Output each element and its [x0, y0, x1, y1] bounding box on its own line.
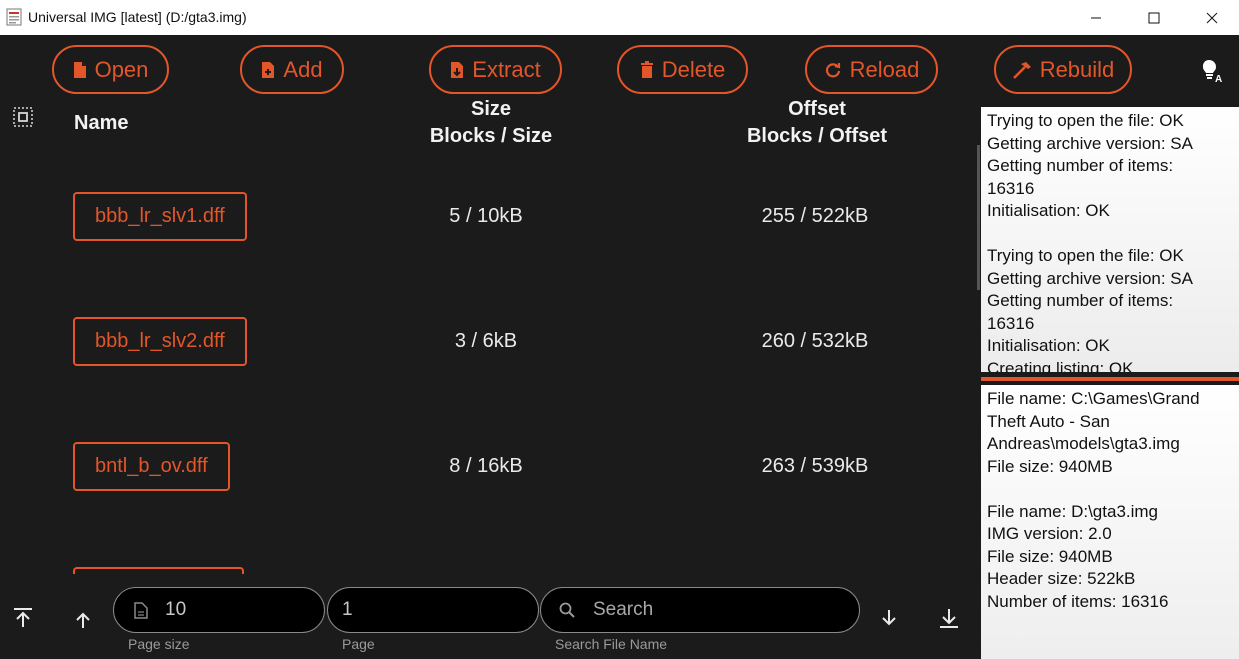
close-button[interactable] [1183, 0, 1239, 35]
header-size[interactable]: Size Blocks / Size [391, 96, 591, 150]
log-line: 16316 [987, 178, 1035, 198]
log-line: Trying to open the file: OK [987, 246, 1184, 265]
page-label: Page [342, 636, 375, 652]
close-icon [1206, 12, 1218, 23]
last-page-icon[interactable] [937, 606, 961, 630]
page-size-field[interactable]: 10 [113, 587, 325, 633]
log-line: Getting archive version: SA [987, 133, 1193, 153]
first-page-icon[interactable] [11, 606, 35, 630]
file-name-button[interactable]: bntl_b_ov.dff [73, 442, 230, 491]
log-line: Getting archive version: SA [987, 268, 1193, 288]
reload-label: Reload [849, 56, 920, 82]
add-label: Add [283, 56, 323, 82]
page-size-value: 10 [165, 599, 187, 620]
window-title: Universal IMG [latest] (D:/gta3.img) [28, 9, 247, 25]
file-size-cell: 5 / 10kB [449, 205, 523, 227]
search-placeholder: Search [593, 599, 654, 620]
reload-icon [825, 62, 840, 77]
table-row: bbb_lr_slv2.dff 3 / 6kB 260 / 532kB [0, 317, 975, 367]
file-add-icon [262, 61, 275, 78]
select-all-icon[interactable] [13, 107, 33, 127]
info-line: IMG version: 2.0 [987, 524, 1112, 543]
log-line: Getting number of items: [987, 291, 1174, 310]
app-icon [6, 8, 22, 26]
reload-button[interactable]: Reload [805, 45, 938, 94]
extract-label: Extract [472, 56, 541, 82]
delete-label: Delete [661, 56, 726, 82]
next-page-icon[interactable] [877, 606, 901, 630]
page-size-label: Page size [128, 636, 190, 652]
info-line: File size: 940MB [987, 456, 1113, 476]
minimize-button[interactable] [1067, 0, 1125, 35]
hammer-icon [1012, 61, 1031, 79]
info-line: File size: 940MB [987, 546, 1113, 566]
file-extract-icon [451, 61, 464, 78]
list-scrollbar[interactable] [977, 145, 980, 290]
delete-button[interactable]: Delete [617, 45, 748, 94]
info-panel: File name: C:\Games\Grand Theft Auto - S… [981, 385, 1239, 659]
extract-button[interactable]: Extract [429, 45, 562, 94]
log-panel[interactable]: Trying to open the file: OK Getting arch… [981, 107, 1239, 372]
log-line: Creating listing: OK [987, 358, 1134, 373]
panel-splitter[interactable] [981, 377, 1239, 381]
window-titlebar: Universal IMG [latest] (D:/gta3.img) [0, 0, 1239, 35]
document-icon [134, 601, 148, 619]
log-line: Initialisation: OK [987, 336, 1110, 355]
svg-text:A: A [1215, 74, 1222, 84]
theme-icon[interactable]: A [1200, 58, 1226, 84]
search-label: Search File Name [555, 636, 668, 652]
table-row: bntl_b_ov.dff 8 / 16kB 263 / 539kB [0, 442, 975, 492]
table-row: bbb_lr_slv1.dff 5 / 10kB 255 / 522kB [0, 192, 975, 242]
previous-page-icon[interactable] [71, 608, 95, 632]
page-field[interactable]: 1 [327, 587, 539, 633]
rebuild-label: Rebuild [1039, 56, 1115, 82]
info-line: Theft Auto - San [987, 411, 1110, 431]
log-line: Trying to open the file: OK [987, 111, 1184, 130]
info-line: File name: C:\Games\Grand [987, 389, 1200, 408]
file-icon [73, 61, 86, 78]
rebuild-button[interactable]: Rebuild [994, 45, 1132, 94]
search-input[interactable]: Search [540, 587, 860, 633]
maximize-button[interactable] [1125, 0, 1183, 35]
info-line: File name: D:\gta3.img [987, 501, 1159, 521]
info-line: Number of items: 16316 [987, 591, 1169, 611]
log-line: Initialisation: OK [987, 201, 1110, 220]
header-size-title: Size [470, 98, 512, 120]
trash-icon [640, 60, 653, 78]
info-line [981, 478, 1239, 501]
open-button[interactable]: Open [52, 45, 169, 94]
header-offset[interactable]: Offset Blocks / Offset [717, 96, 917, 150]
log-line: 16316 [987, 313, 1035, 333]
search-icon [559, 602, 575, 618]
log-line: Getting number of items: [987, 156, 1174, 175]
info-line: Header size: 522kB [987, 569, 1136, 588]
header-offset-subtitle: Blocks / Offset [746, 125, 888, 147]
file-offset-cell: 255 / 522kB [761, 205, 869, 227]
add-button[interactable]: Add [240, 45, 344, 94]
file-offset-cell: 263 / 539kB [761, 455, 869, 477]
info-line: Andreas\models\gta3.img [987, 434, 1180, 453]
file-size-cell: 8 / 16kB [449, 455, 523, 477]
file-offset-cell: 260 / 532kB [761, 330, 869, 352]
maximize-icon [1148, 12, 1160, 23]
header-size-subtitle: Blocks / Size [429, 125, 553, 147]
open-label: Open [94, 56, 149, 82]
header-name[interactable]: Name [74, 110, 128, 137]
page-value: 1 [342, 599, 353, 620]
header-offset-title: Offset [788, 98, 846, 120]
minimize-icon [1091, 17, 1101, 18]
file-size-cell: 3 / 6kB [454, 330, 518, 352]
file-name-button[interactable]: bbb_lr_slv1.dff [73, 192, 247, 241]
file-name-button[interactable]: bbb_lr_slv2.dff [73, 317, 247, 366]
